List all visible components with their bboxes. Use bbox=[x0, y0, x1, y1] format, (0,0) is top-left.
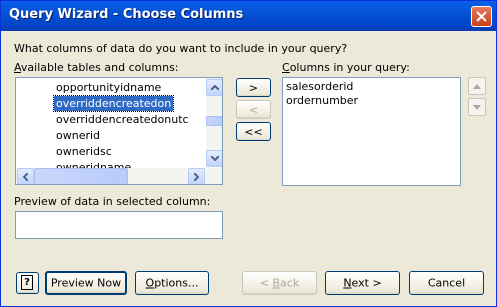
arrow-left-icon bbox=[23, 173, 28, 181]
arrow-right-icon bbox=[194, 173, 199, 181]
list-item[interactable]: salesorderid bbox=[286, 80, 353, 94]
preview-field bbox=[15, 211, 223, 239]
move-down-button[interactable] bbox=[468, 98, 486, 116]
close-icon bbox=[476, 11, 487, 22]
preview-label: Preview of data in selected column: bbox=[14, 195, 211, 208]
arrow-down-icon bbox=[473, 105, 481, 110]
next-button[interactable]: Next > bbox=[325, 271, 400, 295]
options-button[interactable]: Options... bbox=[135, 271, 209, 295]
arrow-up-icon bbox=[473, 84, 481, 89]
move-up-button[interactable] bbox=[468, 77, 486, 95]
horizontal-scroll-thumb[interactable] bbox=[34, 168, 128, 184]
arrow-down-icon bbox=[211, 156, 219, 161]
close-button[interactable] bbox=[471, 6, 492, 27]
list-item[interactable]: overriddencreatedonutc bbox=[56, 112, 189, 127]
available-columns-label: Available tables and columns: bbox=[14, 61, 179, 74]
help-button[interactable]: ? bbox=[16, 272, 39, 294]
window-title: Query Wizard - Choose Columns bbox=[9, 7, 244, 22]
list-item[interactable]: owneridname bbox=[56, 160, 131, 168]
query-columns-label: Columns in your query: bbox=[282, 61, 410, 74]
list-item[interactable]: ownerid bbox=[56, 128, 100, 143]
scroll-up-button[interactable] bbox=[206, 79, 222, 96]
arrow-up-icon bbox=[211, 85, 219, 90]
horizontal-scrollbar[interactable] bbox=[16, 168, 222, 184]
available-columns-list[interactable]: opportunityidname overriddencreatedon ov… bbox=[15, 77, 223, 185]
list-item[interactable]: opportunityidname bbox=[56, 80, 161, 95]
add-column-button[interactable]: > bbox=[236, 78, 271, 97]
back-button[interactable]: < Back bbox=[242, 271, 317, 295]
scroll-down-button[interactable] bbox=[206, 150, 222, 167]
query-wizard-dialog: Query Wizard - Choose Columns What colum… bbox=[0, 0, 497, 307]
scroll-left-button[interactable] bbox=[17, 168, 34, 184]
list-item[interactable]: owneridsc bbox=[56, 144, 112, 159]
help-icon: ? bbox=[21, 275, 33, 290]
remove-all-columns-button[interactable]: << bbox=[236, 122, 271, 141]
list-item[interactable]: ordernumber bbox=[286, 94, 358, 108]
title-bar[interactable]: Query Wizard - Choose Columns bbox=[1, 1, 496, 31]
remove-column-button[interactable]: < bbox=[236, 100, 271, 119]
query-columns-list[interactable]: salesorderid ordernumber bbox=[282, 77, 461, 186]
prompt-text: What columns of data do you want to incl… bbox=[14, 42, 348, 55]
preview-now-button[interactable]: Preview Now bbox=[45, 271, 127, 295]
scroll-right-button[interactable] bbox=[188, 168, 205, 184]
vertical-scroll-thumb[interactable] bbox=[206, 116, 222, 126]
vertical-scrollbar[interactable] bbox=[206, 78, 222, 167]
list-item-selected[interactable]: overriddencreatedon bbox=[52, 95, 175, 112]
cancel-button[interactable]: Cancel bbox=[409, 271, 484, 295]
